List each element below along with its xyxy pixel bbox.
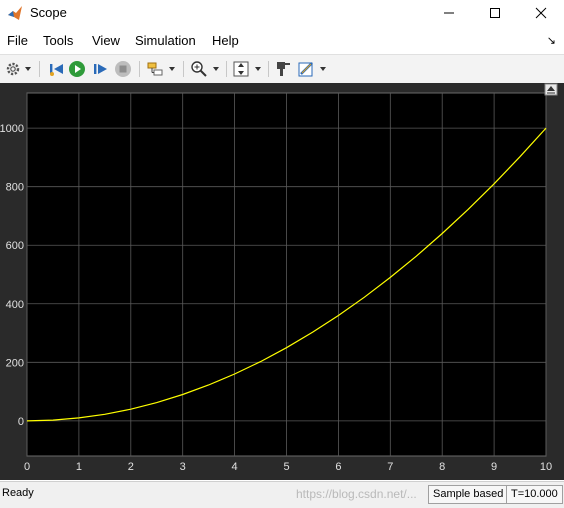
chevron-down-icon [25, 67, 31, 71]
x-tick-label: 7 [387, 461, 393, 473]
y-tick-label: 800 [6, 182, 24, 194]
zoom-dropdown[interactable] [211, 59, 221, 79]
axes-undock-button[interactable] [544, 83, 558, 96]
chevron-down-icon [320, 67, 326, 71]
stop-icon [115, 61, 131, 77]
minimize-button[interactable] [426, 0, 472, 26]
sample-mode-indicator: Sample based [428, 485, 509, 504]
title-bar: Scope [0, 0, 564, 26]
y-tick-label: 0 [18, 416, 24, 428]
highlight-dropdown[interactable] [167, 59, 177, 79]
menu-file[interactable]: File [7, 33, 28, 48]
toolbar-divider [226, 61, 227, 77]
toolbar-divider [183, 61, 184, 77]
toolbar-divider [39, 61, 40, 77]
status-bar: Ready https://blog.csdn.net/... Sample b… [0, 481, 564, 508]
settings-button[interactable] [4, 59, 22, 79]
run-button[interactable] [67, 59, 87, 79]
watermark: https://blog.csdn.net/... [296, 487, 417, 501]
run-icon [69, 61, 85, 77]
step-back-button[interactable] [46, 59, 66, 79]
window-title: Scope [30, 5, 67, 20]
scope-plot-area[interactable]: 0 1 2 3 4 5 6 7 8 9 10 0 200 400 600 800 1000 [0, 83, 564, 480]
step-forward-icon [94, 64, 107, 74]
x-tick-label: 5 [283, 461, 289, 473]
y-tick-label: 600 [6, 240, 24, 252]
x-tick-label: 3 [180, 461, 186, 473]
maximize-button[interactable] [472, 0, 518, 26]
x-tick-label: 0 [24, 461, 30, 473]
zoom-icon [191, 61, 207, 77]
toolbar-divider [139, 61, 140, 77]
settings-icon [6, 62, 20, 76]
scope-axes[interactable]: 0 1 2 3 4 5 6 7 8 9 10 0 200 400 600 800 1000 [0, 83, 564, 480]
close-icon [535, 7, 547, 19]
menu-simulation[interactable]: Simulation [135, 33, 196, 48]
style-icon [277, 62, 290, 76]
settings-dropdown[interactable] [23, 59, 33, 79]
x-tick-label: 4 [232, 461, 238, 473]
autoscale-button[interactable] [231, 59, 251, 79]
y-tick-label: 200 [6, 357, 24, 369]
maximize-icon [490, 8, 500, 18]
x-tick-label: 8 [439, 461, 445, 473]
y-tick-label: 400 [6, 299, 24, 311]
zoom-button[interactable] [189, 59, 209, 79]
undock-arrow-icon[interactable]: ↘ [547, 34, 556, 47]
status-text: Ready [2, 487, 34, 499]
chevron-down-icon [213, 67, 219, 71]
measure-icon [298, 62, 313, 77]
menu-view[interactable]: View [92, 33, 120, 48]
x-tick-label: 1 [76, 461, 82, 473]
menu-help[interactable]: Help [212, 33, 239, 48]
autoscale-dropdown[interactable] [253, 59, 263, 79]
x-tick-label: 10 [540, 461, 552, 473]
step-back-icon [50, 64, 63, 76]
toolbar [0, 54, 564, 84]
measurements-dropdown[interactable] [318, 59, 328, 79]
x-tick-label: 6 [335, 461, 341, 473]
matlab-icon [8, 6, 22, 20]
stop-button[interactable] [113, 59, 133, 79]
menu-tools[interactable]: Tools [43, 33, 73, 48]
chevron-down-icon [255, 67, 261, 71]
style-button[interactable] [273, 59, 293, 79]
minimize-icon [444, 12, 454, 14]
close-button[interactable] [518, 0, 564, 26]
y-tick-label: 1000 [0, 123, 24, 135]
x-tick-label: 2 [128, 461, 134, 473]
measurements-button[interactable] [296, 59, 316, 79]
highlight-block-button[interactable] [145, 59, 165, 79]
chevron-down-icon [169, 67, 175, 71]
step-forward-button[interactable] [90, 59, 110, 79]
autoscale-icon [233, 61, 249, 77]
toolbar-divider [268, 61, 269, 77]
simulation-time: T=10.000 [506, 485, 563, 504]
menu-bar: File Tools View Simulation Help ↘ [0, 28, 564, 52]
x-tick-label: 9 [491, 461, 497, 473]
highlight-block-icon [147, 62, 163, 76]
